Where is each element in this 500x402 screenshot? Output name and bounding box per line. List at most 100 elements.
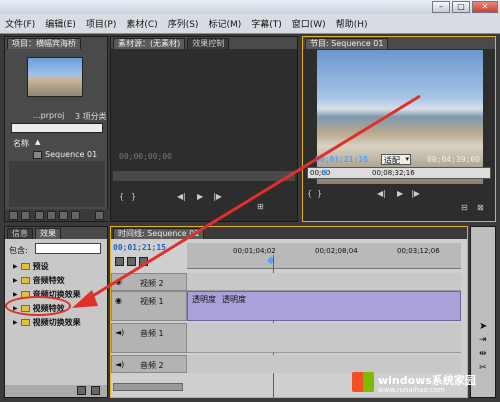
tab-program[interactable]: 节目: Sequence 01 — [305, 38, 389, 49]
tab-timeline[interactable]: 时间线: Sequence 01 — [113, 228, 205, 239]
menu-help[interactable]: 帮助(H) — [331, 17, 373, 30]
source-monitor-panel: 素材源：(无素材) 效果控制 00;00;00;00 { } ◀| ▶ |▶ ⊞ — [110, 36, 298, 222]
contains-label: 包含: — [9, 246, 28, 255]
folder-audio-effects[interactable]: ▶ 音频特效 — [13, 275, 65, 285]
set-in-icon[interactable]: { — [119, 192, 124, 201]
highlight-ellipse — [5, 296, 71, 316]
clip-opacity-dropdown[interactable]: 透明度 — [222, 294, 246, 305]
track-audio1[interactable] — [187, 323, 461, 353]
timeline-timecode[interactable]: 00;01;21;15 — [113, 243, 166, 252]
automate-icon[interactable] — [35, 211, 44, 220]
menu-marker[interactable]: 标记(M) — [203, 17, 246, 30]
fit-dropdown-value: 适配 — [384, 156, 400, 165]
timeline-zoom-bar[interactable] — [113, 383, 183, 391]
program-transport: { } ◀| ▶ |▶ ⊟ ⊠ — [305, 187, 493, 219]
fit-dropdown[interactable]: 适配 ▾ — [381, 154, 411, 165]
menu-edit[interactable]: 编辑(E) — [40, 17, 81, 30]
set-in-icon[interactable]: { — [307, 189, 312, 198]
folder-icon — [20, 318, 30, 326]
track-label-audio2: 音频 2 — [140, 361, 164, 370]
track-select-tool-icon[interactable]: ⇥ — [479, 335, 487, 345]
track-header-video1: ◉ 视频 1 — [111, 291, 187, 321]
source-timecode[interactable]: 00;00;00;00 — [119, 152, 172, 161]
play-icon[interactable]: ▶ — [197, 192, 203, 201]
step-forward-icon[interactable]: |▶ — [213, 192, 222, 201]
watermark: windows系统家园 www.runaihao.com — [352, 372, 492, 398]
name-column-header[interactable]: 名称 — [13, 138, 29, 149]
track-audio2[interactable] — [187, 355, 461, 373]
minimize-button[interactable]: – — [432, 1, 450, 13]
expand-icon[interactable]: ▶ — [13, 319, 18, 326]
delete-icon[interactable] — [95, 211, 104, 220]
eye-icon[interactable]: ◉ — [115, 277, 122, 286]
play-icon[interactable]: ▶ — [397, 189, 403, 198]
folder-icon — [20, 276, 30, 284]
track-label-video2: 视频 2 — [140, 279, 164, 288]
new-bin-icon[interactable] — [59, 211, 68, 220]
folder-presets[interactable]: ▶ 预设 — [13, 261, 49, 271]
step-back-icon[interactable]: ◀| — [177, 192, 186, 201]
tab-info[interactable]: 信息 — [7, 228, 33, 239]
video-clip[interactable]: 透明度 透明度 — [187, 291, 461, 321]
clip-opacity-label: 透明度 — [192, 295, 216, 304]
lift-icon[interactable]: ⊟ — [461, 203, 468, 212]
tab-project[interactable]: 项目：横幅宾海桥 — [7, 38, 81, 49]
menu-window[interactable]: 窗口(W) — [287, 17, 331, 30]
track-label-video1: 视频 1 — [140, 297, 164, 306]
track-video2[interactable] — [187, 273, 461, 291]
program-playhead-icon[interactable]: ▼ — [322, 168, 328, 177]
menu-clip[interactable]: 素材(C) — [121, 17, 162, 30]
find-icon[interactable] — [47, 211, 56, 220]
speaker-icon[interactable]: ◄) — [115, 328, 124, 337]
ripple-edit-tool-icon[interactable]: ⇹ — [479, 349, 487, 359]
project-filename: ...prproj — [33, 111, 65, 120]
program-duration: 00;04;39;00 — [427, 155, 480, 164]
delete-icon[interactable] — [91, 386, 100, 395]
extract-icon[interactable]: ⊠ — [477, 203, 484, 212]
project-item-count: 3 项分类 — [75, 112, 107, 121]
expand-icon[interactable]: ▶ — [13, 291, 18, 298]
menu-file[interactable]: 文件(F) — [0, 17, 40, 30]
speaker-icon[interactable]: ◄) — [115, 360, 124, 369]
menu-title[interactable]: 字幕(T) — [246, 17, 287, 30]
program-monitor-panel: 节目: Sequence 01 00;01;21;15 适配 ▾ 00;04;3… — [302, 36, 496, 222]
timeline-tools-left — [111, 255, 187, 269]
tab-effect-controls[interactable]: 效果控制 — [187, 38, 230, 49]
expand-icon[interactable]: ▶ — [13, 277, 18, 284]
tab-effects[interactable]: 效果 — [35, 228, 61, 239]
ruler-mark-label: 00;08;32;16 — [372, 169, 415, 177]
new-item-icon[interactable] — [71, 211, 80, 220]
expand-icon[interactable]: ▶ — [13, 263, 18, 270]
set-encore-marker-icon[interactable] — [139, 257, 148, 266]
program-ruler[interactable]: 00;00 00;08;32;16 ▼ — [307, 167, 491, 179]
snap-icon[interactable] — [115, 257, 124, 266]
project-search-field[interactable] — [11, 123, 103, 133]
insert-icon[interactable]: ⊞ — [257, 202, 264, 211]
maximize-button[interactable]: □ — [452, 1, 470, 13]
track-header-audio2: ◄) 音频 2 — [111, 355, 187, 373]
new-bin-icon[interactable] — [77, 386, 86, 395]
set-out-icon[interactable]: } — [317, 189, 322, 198]
selection-tool-icon[interactable]: ➤ — [479, 321, 487, 332]
set-marker-icon[interactable] — [127, 257, 136, 266]
eye-icon[interactable]: ◉ — [115, 296, 122, 305]
project-bottom-toolbar — [5, 209, 109, 221]
icon-view-icon[interactable] — [21, 211, 30, 220]
menu-sequence[interactable]: 序列(S) — [163, 17, 204, 30]
step-back-icon[interactable]: ◀| — [377, 189, 386, 198]
menu-project[interactable]: 项目(P) — [81, 17, 121, 30]
folder-video-transitions[interactable]: ▶ 视频切换效果 — [13, 317, 81, 327]
effects-search-field[interactable] — [35, 243, 101, 254]
tab-source[interactable]: 素材源：(无素材) — [113, 38, 186, 49]
set-out-icon[interactable]: } — [131, 192, 136, 201]
list-view-icon[interactable] — [9, 211, 18, 220]
track-label-audio1: 音频 1 — [140, 329, 164, 338]
step-forward-icon[interactable]: |▶ — [411, 189, 420, 198]
close-button[interactable]: ✕ — [472, 1, 498, 13]
source-scrub-bar[interactable] — [113, 171, 295, 181]
timeline-ruler[interactable]: 00;01;04;02 00;02;08;04 00;03;12;06 ◆ — [187, 243, 461, 269]
sort-arrow-icon[interactable]: ▲ — [35, 138, 40, 146]
sequence-item[interactable]: Sequence 01 — [45, 150, 97, 159]
menu-bar: 文件(F) 编辑(E) 项目(P) 素材(C) 序列(S) 标记(M) 字幕(T… — [0, 14, 500, 34]
program-timecode[interactable]: 00;01;21;15 — [315, 155, 368, 164]
